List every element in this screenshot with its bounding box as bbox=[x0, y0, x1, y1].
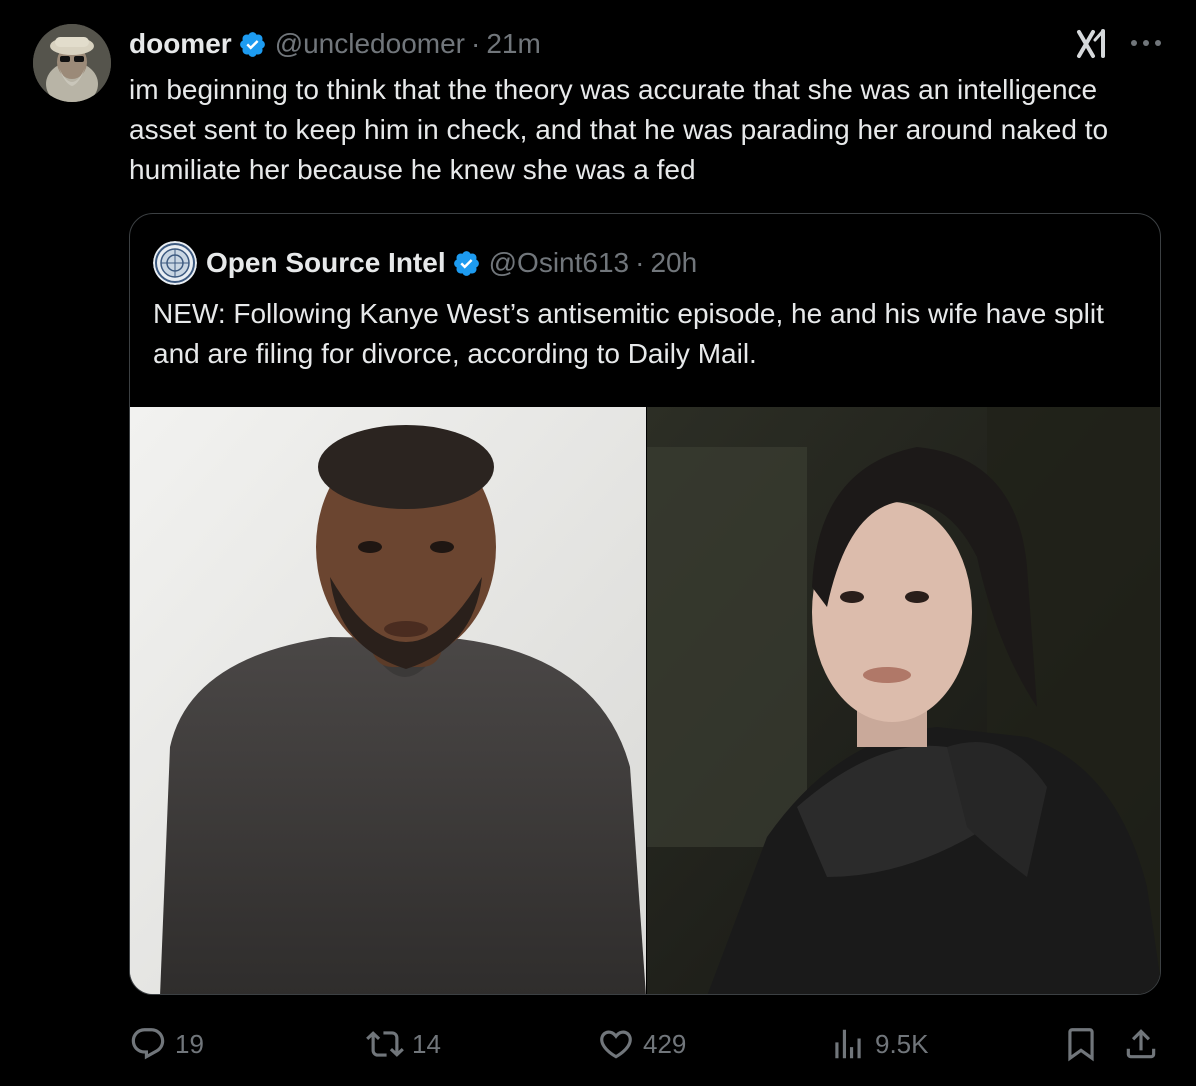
reply-count: 19 bbox=[175, 1028, 204, 1059]
tweet-header: doomer @uncledoomer · 21m bbox=[129, 26, 541, 62]
action-bar: 19 14 429 9.5K bbox=[129, 1020, 1169, 1070]
reply-icon bbox=[131, 1028, 165, 1060]
author-avatar[interactable] bbox=[33, 24, 111, 102]
share-button[interactable] bbox=[1122, 1020, 1168, 1068]
separator-dot: · bbox=[471, 28, 481, 59]
repost-count: 14 bbox=[412, 1028, 441, 1059]
bookmark-icon bbox=[1068, 1028, 1094, 1062]
quoted-tweet[interactable]: Open Source Intel @Osint613 · 20h NEW: F… bbox=[129, 213, 1161, 995]
quoted-author-avatar[interactable] bbox=[153, 241, 197, 285]
separator-dot: · bbox=[635, 247, 645, 278]
grok-icon[interactable] bbox=[1073, 26, 1111, 62]
like-button[interactable]: 429 bbox=[597, 1020, 686, 1068]
like-count: 429 bbox=[643, 1028, 687, 1059]
verified-badge-icon bbox=[452, 249, 481, 278]
heart-icon bbox=[600, 1030, 632, 1059]
views-count: 9.5K bbox=[875, 1028, 929, 1059]
quoted-author-handle[interactable]: @Osint613 bbox=[489, 247, 630, 279]
repost-icon bbox=[366, 1031, 404, 1057]
quoted-tweet-timestamp[interactable]: 20h bbox=[650, 247, 697, 279]
quoted-author-name[interactable]: Open Source Intel bbox=[206, 247, 446, 279]
tweet: doomer @uncledoomer · 21m im beginning t… bbox=[0, 0, 1196, 1086]
more-icon[interactable] bbox=[1128, 32, 1164, 54]
quoted-tweet-header: Open Source Intel @Osint613 · 20h bbox=[153, 241, 697, 285]
bookmark-button[interactable] bbox=[1062, 1020, 1108, 1068]
views-icon bbox=[835, 1029, 861, 1059]
tweet-timestamp[interactable]: 21m bbox=[486, 28, 540, 60]
repost-button[interactable]: 14 bbox=[366, 1020, 441, 1068]
quoted-media bbox=[130, 407, 1160, 994]
quoted-tweet-text: NEW: Following Kanye West’s antisemitic … bbox=[153, 298, 1104, 369]
author-name[interactable]: doomer bbox=[129, 28, 232, 60]
media-photo-left[interactable] bbox=[130, 407, 646, 994]
views-button[interactable]: 9.5K bbox=[829, 1020, 929, 1068]
verified-badge-icon bbox=[238, 30, 267, 59]
author-handle[interactable]: @uncledoomer bbox=[275, 28, 465, 60]
reply-button[interactable]: 19 bbox=[129, 1020, 204, 1068]
tweet-text: im beginning to think that the theory wa… bbox=[129, 74, 1109, 185]
media-photo-right[interactable] bbox=[646, 407, 1160, 994]
share-icon bbox=[1126, 1029, 1156, 1059]
